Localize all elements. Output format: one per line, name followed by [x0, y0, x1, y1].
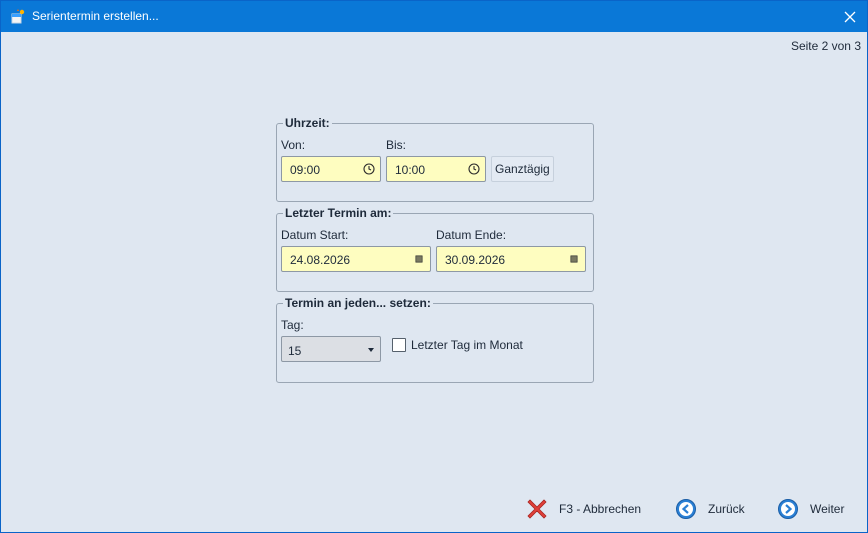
datum-start-label: Datum Start:	[281, 228, 349, 242]
back-label: Zurück	[708, 502, 745, 516]
window-title: Serientermin erstellen...	[32, 9, 159, 23]
dialog-window: Serientermin erstellen... Seite 2 von 3 …	[0, 0, 868, 533]
chevron-down-icon	[368, 348, 374, 352]
cancel-label: F3 - Abbrechen	[559, 502, 642, 516]
tag-label: Tag:	[281, 318, 304, 332]
clock-icon[interactable]	[362, 162, 376, 176]
clock-icon[interactable]	[467, 162, 481, 176]
von-time-value: 09:00	[290, 163, 321, 177]
calendar-icon[interactable]	[412, 252, 426, 266]
red-x-icon	[527, 499, 547, 519]
arrow-right-icon	[778, 499, 798, 519]
ganztaegig-button[interactable]: Ganztägig	[491, 156, 554, 182]
tag-select-value: 15	[288, 344, 302, 358]
bis-time-input[interactable]: 10:00	[386, 156, 486, 182]
next-label: Weiter	[810, 502, 845, 516]
app-icon	[11, 9, 25, 24]
datum-start-value: 24.08.2026	[290, 253, 351, 267]
tag-select[interactable]: 15	[281, 336, 381, 362]
datum-ende-label: Datum Ende:	[436, 228, 507, 242]
letzter-tag-checkbox[interactable]	[392, 338, 406, 352]
cancel-button[interactable]: F3 - Abbrechen	[525, 495, 641, 523]
next-button[interactable]: Weiter	[777, 495, 844, 523]
arrow-left-icon	[676, 499, 696, 519]
close-button[interactable]	[833, 1, 867, 32]
datum-ende-value: 30.09.2026	[445, 253, 506, 267]
bis-label: Bis:	[386, 138, 407, 152]
letzter-termin-group: Letzter Termin am: Datum Start: 24.08.20…	[276, 206, 594, 292]
page-indicator: Seite 2 von 3	[790, 39, 861, 53]
calendar-icon[interactable]	[567, 252, 581, 266]
letzter-termin-group-title: Letzter Termin am:	[283, 206, 394, 220]
title-bar[interactable]: Serientermin erstellen...	[1, 1, 867, 32]
close-icon	[844, 11, 856, 22]
termin-setzen-group-title: Termin an jeden... setzen:	[283, 296, 433, 310]
termin-setzen-group: Termin an jeden... setzen: Tag: 15 Letzt…	[276, 296, 594, 383]
von-time-input[interactable]: 09:00	[281, 156, 381, 182]
back-button[interactable]: Zurück	[675, 495, 745, 523]
von-label: Von:	[281, 138, 306, 152]
uhrzeit-group: Uhrzeit: Von: 09:00 Bis: 10:00 Ganztägig	[276, 116, 594, 202]
letzter-tag-label[interactable]: Letzter Tag im Monat	[411, 338, 523, 352]
uhrzeit-group-title: Uhrzeit:	[283, 116, 332, 130]
datum-start-input[interactable]: 24.08.2026	[281, 246, 431, 272]
datum-ende-input[interactable]: 30.09.2026	[436, 246, 586, 272]
bis-time-value: 10:00	[395, 163, 426, 177]
